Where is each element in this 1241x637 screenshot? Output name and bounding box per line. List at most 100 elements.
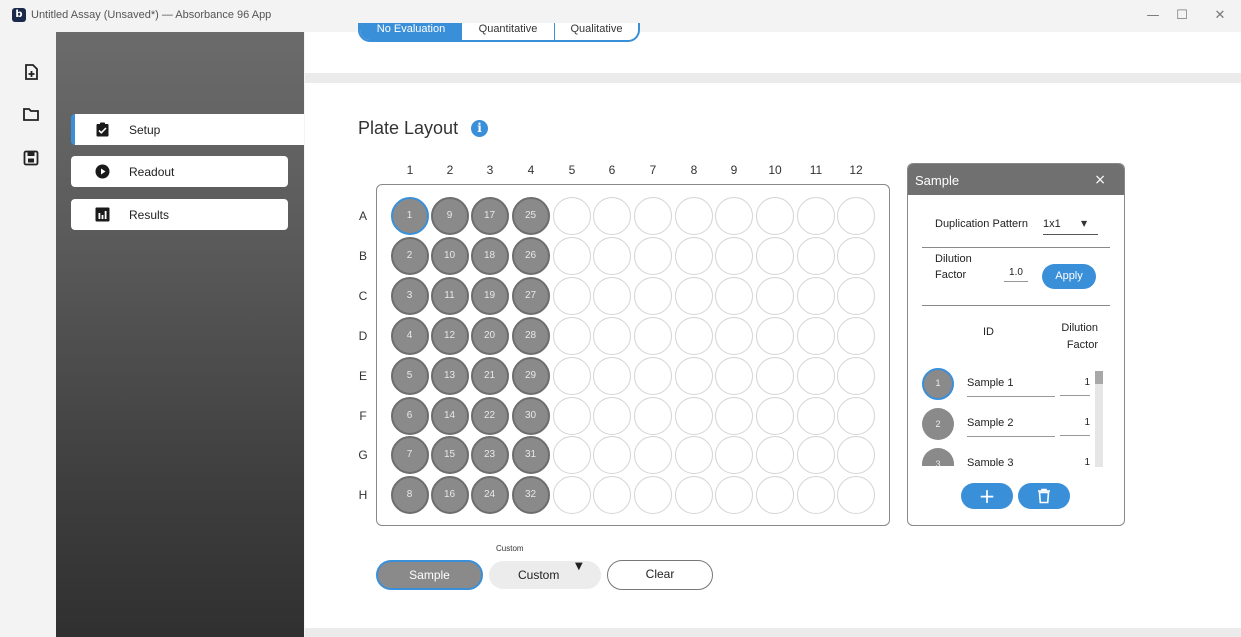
well-E2[interactable]: 13: [430, 356, 469, 395]
well-B2[interactable]: 10: [430, 236, 469, 275]
well-A3[interactable]: 17: [470, 196, 509, 235]
well-D6[interactable]: [592, 316, 631, 355]
column-header[interactable]: 5: [562, 163, 582, 177]
well-B11[interactable]: [796, 236, 835, 275]
column-header[interactable]: 4: [521, 163, 541, 177]
row-header[interactable]: B: [356, 249, 370, 263]
well-H10[interactable]: [755, 475, 794, 514]
column-header[interactable]: 3: [480, 163, 500, 177]
well-D8[interactable]: [674, 316, 713, 355]
well-E9[interactable]: [714, 356, 753, 395]
maximize-button[interactable]: ☐: [1171, 6, 1193, 26]
well-F9[interactable]: [714, 396, 753, 435]
column-header[interactable]: 1: [400, 163, 420, 177]
well-E5[interactable]: [552, 356, 591, 395]
save-icon[interactable]: [22, 149, 40, 167]
row-header[interactable]: D: [356, 329, 370, 343]
well-G1[interactable]: 7: [390, 435, 429, 474]
dilution-factor-input[interactable]: 1.0: [1004, 267, 1028, 282]
column-header[interactable]: 10: [765, 163, 785, 177]
duplication-pattern-select[interactable]: 1x1: [1043, 218, 1098, 235]
well-H5[interactable]: [552, 475, 591, 514]
scrollbar-thumb[interactable]: [1095, 371, 1103, 384]
well-E8[interactable]: [674, 356, 713, 395]
well-D4[interactable]: 28: [511, 316, 550, 355]
well-D10[interactable]: [755, 316, 794, 355]
well-C7[interactable]: [633, 276, 672, 315]
well-C10[interactable]: [755, 276, 794, 315]
well-G5[interactable]: [552, 435, 591, 474]
folder-icon[interactable]: [22, 105, 40, 123]
row-header[interactable]: A: [356, 209, 370, 223]
tab-qualitative[interactable]: Qualitative: [555, 23, 638, 40]
sidebar-item-setup[interactable]: Setup: [71, 114, 304, 145]
well-F11[interactable]: [796, 396, 835, 435]
well-A1[interactable]: 1: [390, 196, 429, 235]
column-header[interactable]: 9: [724, 163, 744, 177]
well-F1[interactable]: 6: [390, 396, 429, 435]
well-H12[interactable]: [836, 475, 875, 514]
well-B1[interactable]: 2: [390, 236, 429, 275]
well-B8[interactable]: [674, 236, 713, 275]
well-F6[interactable]: [592, 396, 631, 435]
minimize-button[interactable]: —: [1142, 6, 1164, 26]
well-D3[interactable]: 20: [470, 316, 509, 355]
well-H3[interactable]: 24: [470, 475, 509, 514]
apply-button[interactable]: Apply: [1042, 264, 1096, 289]
well-C6[interactable]: [592, 276, 631, 315]
column-header[interactable]: 11: [806, 163, 826, 177]
sidebar-item-results[interactable]: Results: [71, 199, 288, 230]
close-icon[interactable]: ×: [1094, 172, 1106, 188]
well-B7[interactable]: [633, 236, 672, 275]
well-A9[interactable]: [714, 196, 753, 235]
custom-dropdown[interactable]: Custom ▼: [489, 561, 601, 589]
well-A10[interactable]: [755, 196, 794, 235]
delete-sample-button[interactable]: [1018, 483, 1070, 509]
well-G12[interactable]: [836, 435, 875, 474]
well-D9[interactable]: [714, 316, 753, 355]
well-D2[interactable]: 12: [430, 316, 469, 355]
well-G6[interactable]: [592, 435, 631, 474]
well-H11[interactable]: [796, 475, 835, 514]
well-C2[interactable]: 11: [430, 276, 469, 315]
sidebar-item-readout[interactable]: Readout: [71, 156, 288, 187]
well-E11[interactable]: [796, 356, 835, 395]
well-B10[interactable]: [755, 236, 794, 275]
well-A5[interactable]: [552, 196, 591, 235]
well-A12[interactable]: [836, 196, 875, 235]
well-D11[interactable]: [796, 316, 835, 355]
sample-name-input[interactable]: Sample 3: [967, 457, 1055, 466]
info-icon[interactable]: i: [471, 120, 488, 137]
well-A7[interactable]: [633, 196, 672, 235]
row-header[interactable]: F: [356, 409, 370, 423]
well-B6[interactable]: [592, 236, 631, 275]
sample-dilution-input[interactable]: 1: [1060, 417, 1090, 436]
well-F4[interactable]: 30: [511, 396, 550, 435]
column-header[interactable]: 8: [684, 163, 704, 177]
well-F12[interactable]: [836, 396, 875, 435]
well-G3[interactable]: 23: [470, 435, 509, 474]
well-H8[interactable]: [674, 475, 713, 514]
well-D1[interactable]: 4: [390, 316, 429, 355]
well-G4[interactable]: 31: [511, 435, 550, 474]
sample-dilution-input[interactable]: 1: [1060, 377, 1090, 396]
well-C4[interactable]: 27: [511, 276, 550, 315]
well-E12[interactable]: [836, 356, 875, 395]
well-G2[interactable]: 15: [430, 435, 469, 474]
sample-name-input[interactable]: Sample 1: [967, 377, 1055, 397]
close-window-button[interactable]: ✕: [1209, 6, 1231, 26]
well-G8[interactable]: [674, 435, 713, 474]
well-A2[interactable]: 9: [430, 196, 469, 235]
well-H1[interactable]: 8: [390, 475, 429, 514]
well-F7[interactable]: [633, 396, 672, 435]
list-item[interactable]: 1 Sample 1 1: [908, 368, 1093, 408]
well-C8[interactable]: [674, 276, 713, 315]
well-G7[interactable]: [633, 435, 672, 474]
column-header[interactable]: 12: [846, 163, 866, 177]
well-B12[interactable]: [836, 236, 875, 275]
well-D12[interactable]: [836, 316, 875, 355]
well-E1[interactable]: 5: [390, 356, 429, 395]
well-C11[interactable]: [796, 276, 835, 315]
well-E10[interactable]: [755, 356, 794, 395]
well-G11[interactable]: [796, 435, 835, 474]
